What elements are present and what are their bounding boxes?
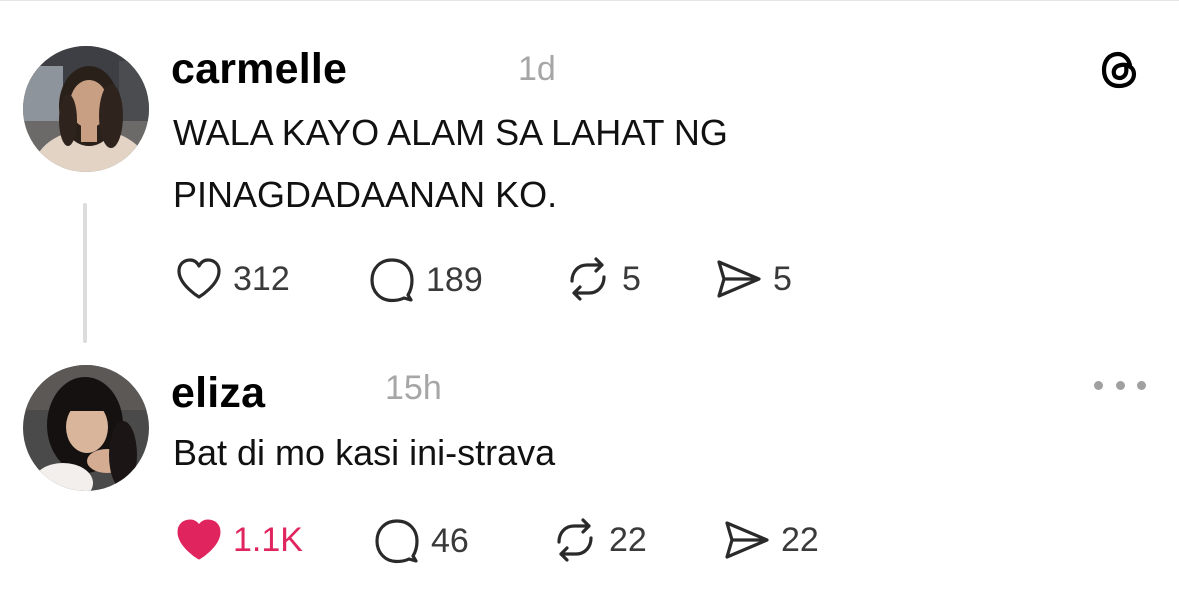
like-count: 1.1K	[233, 521, 303, 559]
share-count: 22	[781, 521, 819, 559]
username[interactable]: eliza	[171, 369, 265, 417]
repost-icon	[570, 257, 606, 301]
thread-connector-line	[83, 203, 87, 343]
share-button[interactable]: 22	[723, 518, 819, 562]
avatar[interactable]	[23, 46, 149, 172]
repost-count: 5	[622, 260, 641, 298]
reply-button[interactable]: 189	[368, 257, 483, 303]
heart-filled-icon	[177, 519, 221, 560]
dot-icon	[1137, 380, 1146, 390]
dot-icon	[1094, 380, 1103, 390]
reply-count: 189	[426, 261, 483, 299]
timestamp: 15h	[385, 369, 442, 407]
timestamp: 1d	[518, 50, 556, 88]
more-options-button[interactable]	[1094, 375, 1146, 395]
like-count: 312	[233, 260, 290, 298]
repost-count: 22	[609, 521, 647, 559]
threads-post-screen: carmelle 1d WALA KAYO ALAM SA LAHAT NG P…	[0, 0, 1179, 592]
send-icon	[717, 260, 761, 298]
send-icon	[725, 521, 769, 559]
threads-logo-icon[interactable]	[1097, 47, 1143, 93]
reply-bubble-icon	[370, 258, 414, 303]
reply-button[interactable]: 46	[373, 518, 469, 564]
repost-button[interactable]: 5	[564, 257, 641, 301]
share-count: 5	[773, 260, 792, 298]
repost-icon	[557, 518, 593, 562]
share-button[interactable]: 5	[715, 257, 792, 301]
heart-outline-icon	[177, 258, 221, 299]
username[interactable]: carmelle	[171, 45, 347, 93]
reply-count: 46	[431, 522, 469, 560]
dot-icon	[1115, 380, 1125, 390]
like-button[interactable]: 1.1K	[175, 518, 303, 562]
like-button[interactable]: 312	[175, 257, 290, 301]
reply-bubble-icon	[375, 519, 419, 564]
avatar[interactable]	[23, 365, 149, 491]
post-text-line: Bat di mo kasi ini-strava	[173, 432, 556, 473]
post-text-line: WALA KAYO ALAM SA LAHAT NG	[173, 112, 728, 153]
post-text-line: PINAGDADAANAN KO.	[173, 174, 558, 215]
repost-button[interactable]: 22	[551, 518, 647, 562]
